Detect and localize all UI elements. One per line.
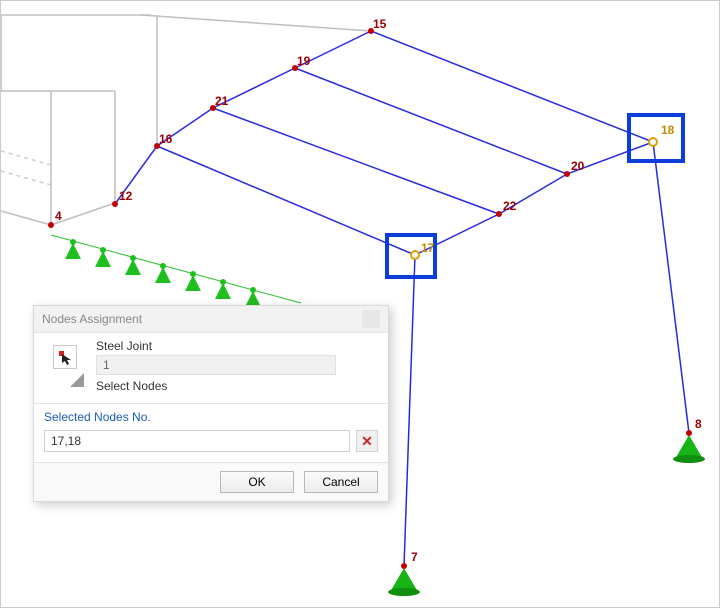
supports-row — [51, 235, 301, 303]
pick-cursor-icon[interactable] — [53, 345, 77, 369]
steel-joint-field: 1 — [96, 355, 336, 375]
select-nodes-label: Select Nodes — [96, 379, 378, 393]
cancel-button[interactable]: Cancel — [304, 471, 378, 493]
canvas-stage: 4 12 16 21 19 15 20 22 17 18 7 8 Nodes A… — [0, 0, 720, 608]
selected-nodes-input[interactable] — [44, 430, 350, 452]
nodes-assignment-dialog: Nodes Assignment Steel Joint 1 Select No… — [33, 305, 389, 502]
dialog-title: Nodes Assignment — [42, 312, 142, 326]
clear-selection-button[interactable]: ✕ — [356, 430, 378, 452]
selected-nodes-header: Selected Nodes No. — [44, 410, 378, 424]
ok-button[interactable]: OK — [220, 471, 294, 493]
dialog-titlebar[interactable]: Nodes Assignment — [34, 306, 388, 332]
support-small — [65, 239, 261, 307]
close-icon[interactable] — [362, 310, 380, 328]
steel-joint-label: Steel Joint — [96, 339, 378, 353]
dropdown-triangle-icon[interactable] — [70, 373, 84, 387]
